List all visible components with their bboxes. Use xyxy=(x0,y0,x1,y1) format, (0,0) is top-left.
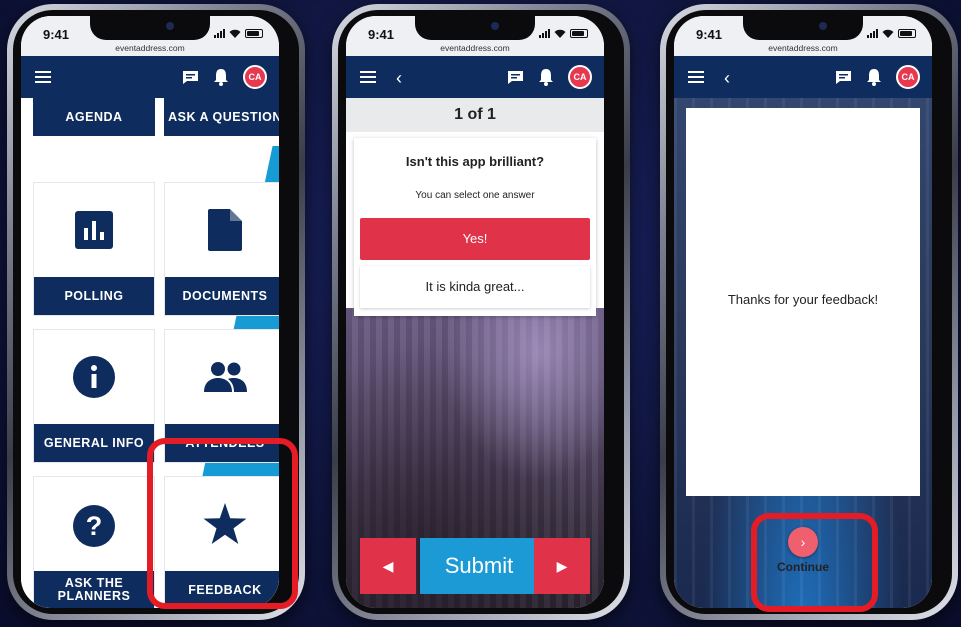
menu-icon[interactable] xyxy=(688,71,704,83)
notch xyxy=(743,16,863,40)
bell-icon[interactable] xyxy=(213,68,229,86)
url-bar[interactable]: eventaddress.com xyxy=(21,43,279,53)
status-time: 9:41 xyxy=(696,27,723,42)
document-icon xyxy=(208,209,242,251)
submit-button[interactable]: Submit xyxy=(420,538,538,594)
signal-icon xyxy=(214,28,225,38)
people-icon xyxy=(204,362,247,392)
tile-documents[interactable]: DOCUMENTS xyxy=(164,182,279,316)
tile-label: DOCUMENTS xyxy=(165,277,279,315)
wifi-icon xyxy=(882,29,894,38)
tile-label: GENERAL INFO xyxy=(34,424,154,462)
camera xyxy=(491,22,499,30)
answer-option-yes[interactable]: Yes! xyxy=(360,218,590,260)
highlight-feedback xyxy=(147,438,298,609)
highlight-continue xyxy=(751,513,878,612)
question-card: Isn't this app brilliant? You can select… xyxy=(354,138,596,316)
question-counter: 1 of 1 xyxy=(346,98,604,132)
app-header: CA xyxy=(21,56,279,98)
chat-icon[interactable] xyxy=(182,70,199,85)
tile-label: POLLING xyxy=(34,277,154,315)
wifi-icon xyxy=(229,29,241,38)
avatar[interactable]: CA xyxy=(568,65,592,89)
back-chevron-icon[interactable]: ‹ xyxy=(724,68,730,89)
bar-chart-icon xyxy=(75,211,113,249)
question-title: Isn't this app brilliant? xyxy=(405,154,545,169)
back-chevron-icon[interactable]: ‹ xyxy=(396,68,402,89)
battery-icon xyxy=(570,28,588,38)
app-header: ‹ CA xyxy=(674,56,932,98)
answer-option-kinda-great[interactable]: It is kinda great... xyxy=(360,266,590,308)
avatar[interactable]: CA xyxy=(896,65,920,89)
thanks-message: Thanks for your feedback! xyxy=(727,292,879,307)
question-icon: ? xyxy=(73,505,115,547)
tile-ask-the-planners[interactable]: ? ASK THE PLANNERS xyxy=(33,476,155,608)
system-icons xyxy=(867,28,916,38)
bell-icon[interactable] xyxy=(538,68,554,86)
phone-poll: 9:41 eventaddress.com ‹ CA 1 of 1 Isn't … xyxy=(332,4,630,620)
bell-icon[interactable] xyxy=(866,68,882,86)
app-header: ‹ CA xyxy=(346,56,604,98)
tile-label: AGENDA xyxy=(33,98,155,136)
tile-label: ASK A QUESTION xyxy=(164,98,279,136)
wifi-icon xyxy=(554,29,566,38)
thanks-card: Thanks for your feedback! xyxy=(686,108,920,496)
system-icons xyxy=(214,28,263,38)
battery-icon xyxy=(898,28,916,38)
battery-icon xyxy=(245,28,263,38)
notch xyxy=(90,16,210,40)
menu-icon[interactable] xyxy=(360,71,376,83)
previous-button[interactable]: ◀ xyxy=(360,538,416,594)
menu-icon[interactable] xyxy=(35,71,51,83)
tile-general-info[interactable]: GENERAL INFO xyxy=(33,329,155,463)
system-icons xyxy=(539,28,588,38)
avatar[interactable]: CA xyxy=(243,65,267,89)
chat-icon[interactable] xyxy=(507,70,524,85)
status-time: 9:41 xyxy=(368,27,395,42)
tile-label: ASK THE PLANNERS xyxy=(34,571,154,608)
screen-poll: 9:41 eventaddress.com ‹ CA 1 of 1 Isn't … xyxy=(346,16,604,608)
status-time: 9:41 xyxy=(43,27,70,42)
signal-icon xyxy=(539,28,550,38)
tile-polling[interactable]: POLLING xyxy=(33,182,155,316)
question-hint: You can select one answer xyxy=(415,190,535,201)
camera xyxy=(819,22,827,30)
tile-agenda[interactable]: AGENDA xyxy=(33,98,155,146)
url-bar[interactable]: eventaddress.com xyxy=(346,43,604,53)
url-bar[interactable]: eventaddress.com xyxy=(674,43,932,53)
info-icon xyxy=(73,356,115,398)
next-button[interactable]: ▶ xyxy=(534,538,590,594)
svg-text:?: ? xyxy=(86,511,103,541)
signal-icon xyxy=(867,28,878,38)
poll-screen: 1 of 1 Isn't this app brilliant? You can… xyxy=(346,98,604,608)
chat-icon[interactable] xyxy=(835,70,852,85)
camera xyxy=(166,22,174,30)
notch xyxy=(415,16,535,40)
tile-ask-a-question[interactable]: ASK A QUESTION xyxy=(164,98,279,146)
